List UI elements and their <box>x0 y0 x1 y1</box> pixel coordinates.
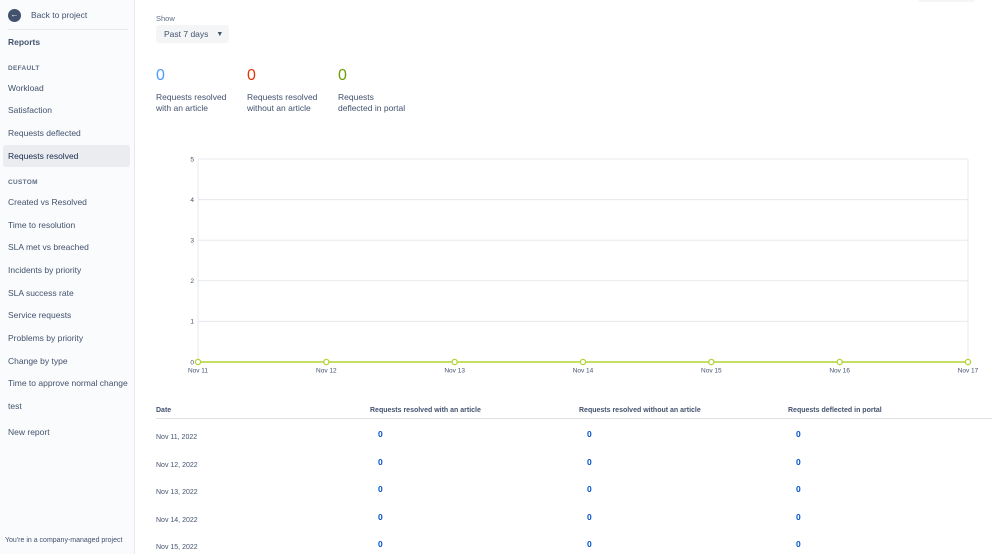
section-default: DEFAULT <box>8 65 40 72</box>
sidebar-item-time-to-resolution[interactable]: Time to resolution <box>3 214 130 236</box>
data-point <box>323 358 330 366</box>
column-header-date: Date <box>156 407 172 414</box>
sidebar-item-time-to-approve-normal-change[interactable]: Time to approve normal change <box>3 372 130 394</box>
sidebar-item-requests-resolved[interactable]: Requests resolved <box>3 145 130 167</box>
table-header-divider <box>156 418 992 419</box>
y-tick-label: 4 <box>190 197 194 204</box>
data-point <box>964 358 972 366</box>
column-header-without-article: Requests resolved without an article <box>579 407 701 414</box>
x-tick-label: Nov 13 <box>444 368 465 375</box>
row-value-without[interactable]: 0 <box>587 484 592 494</box>
data-point <box>579 358 587 366</box>
stat-label-line2: with an article <box>156 103 208 113</box>
stat-label-line1: Requests resolved <box>156 92 227 102</box>
row-date: Nov 14, 2022 <box>156 516 198 524</box>
data-point <box>708 358 715 366</box>
column-header-with-article: Requests resolved with an article <box>370 407 481 414</box>
stat-label: Requests deflected in portal <box>338 92 423 114</box>
stat-resolved-with-article: 0 Requests resolved with an article <box>156 66 241 114</box>
back-to-project-link[interactable]: ← Back to project <box>8 6 87 24</box>
stat-value: 0 <box>247 67 256 84</box>
header-button[interactable] <box>918 0 975 2</box>
stat-value: 0 <box>156 67 165 84</box>
row-date: Nov 12, 2022 <box>156 461 198 469</box>
stat-label-line1: Requests resolved <box>247 92 318 102</box>
y-tick-label: 5 <box>190 156 194 163</box>
row-value-without[interactable]: 0 <box>587 539 592 549</box>
back-label: Back to project <box>31 10 88 20</box>
y-tick-label: 2 <box>190 278 194 285</box>
new-report-link[interactable]: New report <box>3 421 130 443</box>
sidebar-item-satisfaction[interactable]: Satisfaction <box>3 99 130 121</box>
data-point <box>451 358 458 366</box>
stat-resolved-without-article: 0 Requests resolved without an article <box>247 66 332 114</box>
x-tick-label: Nov 14 <box>573 368 594 375</box>
row-value-deflected[interactable]: 0 <box>796 539 801 549</box>
sidebar-item-change-by-type[interactable]: Change by type <box>3 350 130 372</box>
y-tick-label: 3 <box>190 238 194 245</box>
y-tick-label: 1 <box>190 319 194 326</box>
row-date: Nov 11, 2022 <box>156 434 198 441</box>
stat-label-line1: Requests <box>338 92 374 102</box>
stat-label-line2: without an article <box>247 103 311 113</box>
sidebar-item-requests-deflected[interactable]: Requests deflected <box>3 122 130 144</box>
show-label: Show <box>156 14 175 23</box>
stat-label: Requests resolved with an article <box>156 92 241 114</box>
project-type-footer: You're in a company-managed project <box>5 537 123 544</box>
x-tick-label: Nov 12 <box>316 368 337 375</box>
row-value-without[interactable]: 0 <box>587 512 592 522</box>
sidebar-item-test[interactable]: test <box>3 395 130 417</box>
row-value-with[interactable]: 0 <box>378 512 383 522</box>
sidebar-item-problems-by-priority[interactable]: Problems by priority <box>3 327 130 349</box>
sidebar-title: Reports <box>8 37 41 47</box>
row-value-with[interactable]: 0 <box>378 429 383 439</box>
sidebar-item-sla-met-vs-breached[interactable]: SLA met vs breached <box>3 236 130 258</box>
row-value-without[interactable]: 0 <box>587 429 592 439</box>
row-value-deflected[interactable]: 0 <box>796 484 801 494</box>
row-value-deflected[interactable]: 0 <box>796 457 801 467</box>
x-tick-label: Nov 11 <box>188 368 208 375</box>
arrow-left-icon: ← <box>8 8 21 22</box>
x-tick-label: Nov 16 <box>829 368 850 375</box>
row-value-without[interactable]: 0 <box>587 457 592 467</box>
column-header-deflected: Requests deflected in portal <box>788 407 882 414</box>
y-tick-label: 0 <box>190 359 194 366</box>
chevron-down-icon: ▼ <box>216 30 224 38</box>
section-custom: CUSTOM <box>8 179 38 186</box>
stat-label: Requests resolved without an article <box>247 92 332 114</box>
sidebar-item-created-vs-resolved[interactable]: Created vs Resolved <box>3 191 130 213</box>
row-date: Nov 15, 2022 <box>156 544 198 551</box>
row-value-deflected[interactable]: 0 <box>796 512 801 522</box>
sidebar: ← Back to project Reports DEFAULT Worklo… <box>0 0 135 554</box>
x-tick-label: Nov 15 <box>701 368 722 375</box>
row-value-deflected[interactable]: 0 <box>796 429 801 439</box>
sidebar-item-sla-success-rate[interactable]: SLA success rate <box>3 282 130 304</box>
row-value-with[interactable]: 0 <box>378 539 383 549</box>
date-range-value: Past 7 days <box>164 29 209 39</box>
stat-deflected-in-portal: 0 Requests deflected in portal <box>338 66 423 114</box>
resolution-line-chart: 0 1 2 3 4 5 Nov 11 Nov 12 Nov 13 Nov 14 Nov 15 Nov … <box>188 156 979 375</box>
date-range-dropdown[interactable]: Past 7 days ▼ <box>156 25 229 43</box>
row-date: Nov 13, 2022 <box>156 489 198 496</box>
x-tick-label: Nov 17 <box>958 368 979 375</box>
row-value-with[interactable]: 0 <box>378 457 383 467</box>
data-point <box>836 358 843 366</box>
sidebar-item-incidents-by-priority[interactable]: Incidents by priority <box>3 259 130 281</box>
stat-value: 0 <box>338 67 347 84</box>
sidebar-item-service-requests[interactable]: Service requests <box>3 304 130 326</box>
data-point <box>194 358 202 366</box>
stat-label-line2: deflected in portal <box>338 103 406 113</box>
row-value-with[interactable]: 0 <box>378 484 383 494</box>
sidebar-divider <box>8 29 128 30</box>
sidebar-item-workload[interactable]: Workload <box>3 77 130 99</box>
